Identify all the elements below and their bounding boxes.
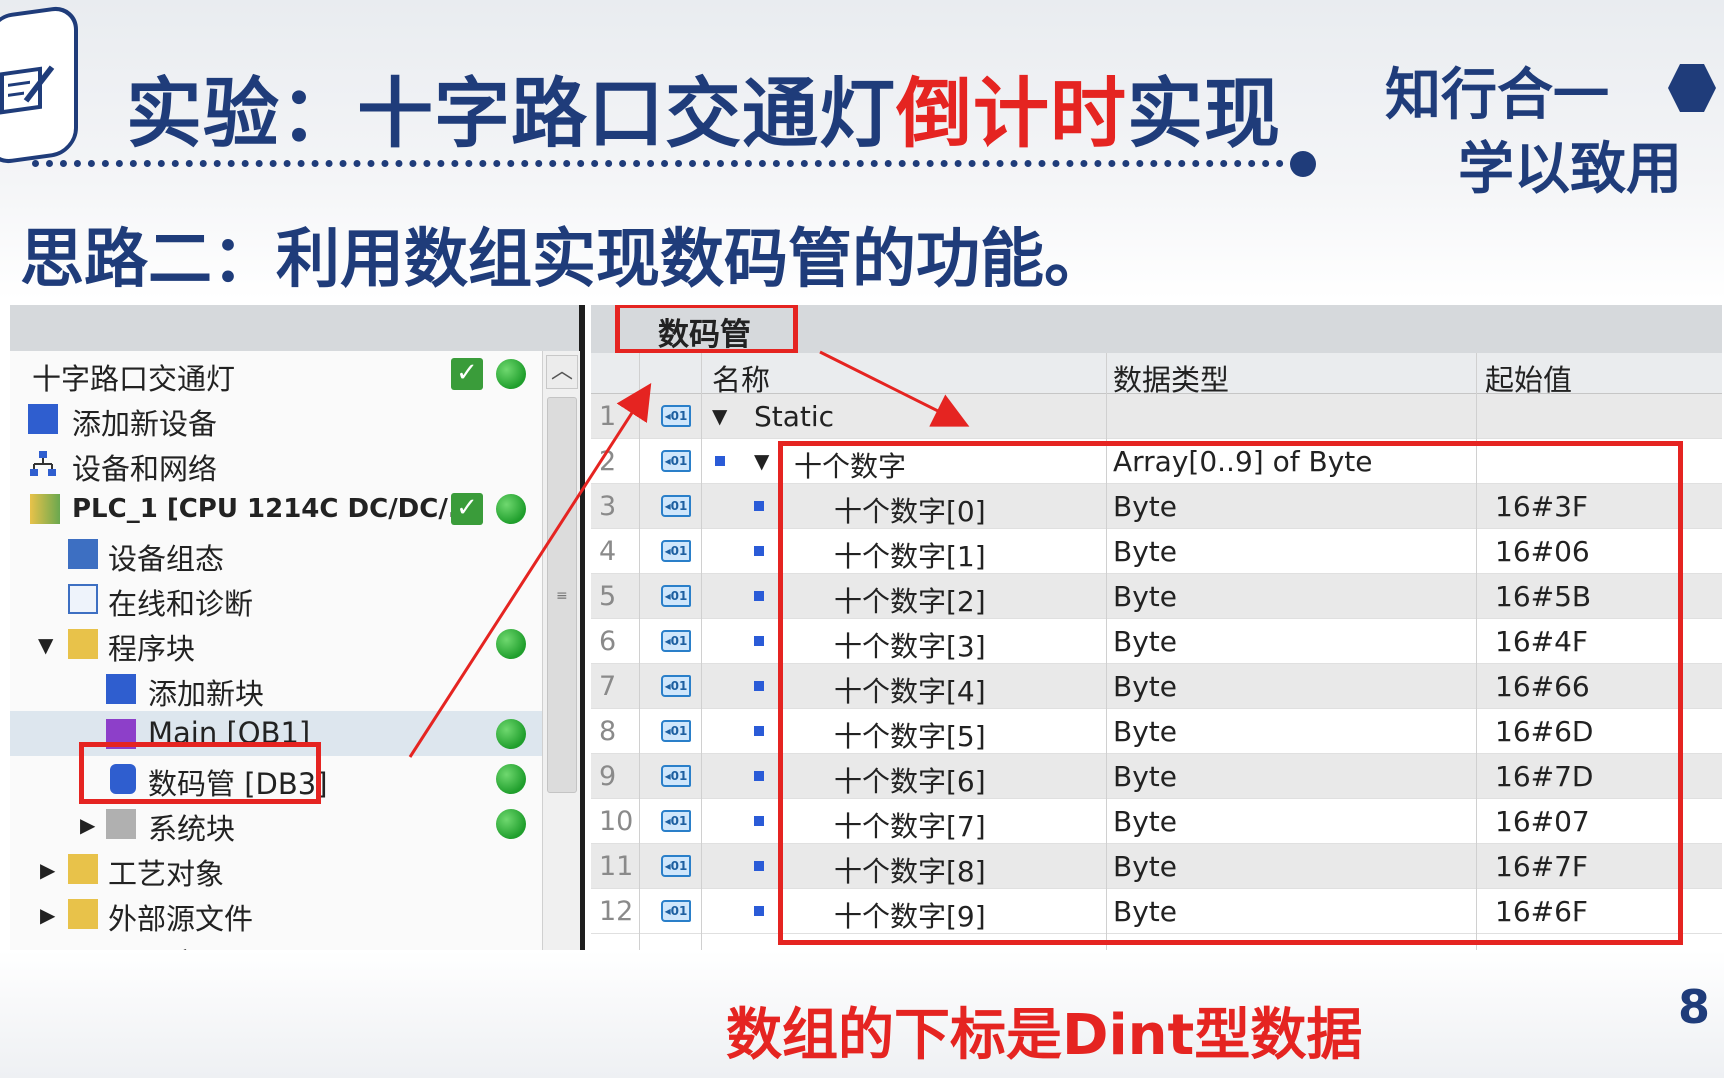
page-number: 8 xyxy=(1678,980,1711,1034)
arrow-title-to-array xyxy=(819,350,970,427)
arrow-db-to-editor xyxy=(408,382,652,758)
annotation-arrows xyxy=(408,350,970,758)
bottom-caption: 数组的下标是Dint型数据 xyxy=(726,1003,1363,1068)
